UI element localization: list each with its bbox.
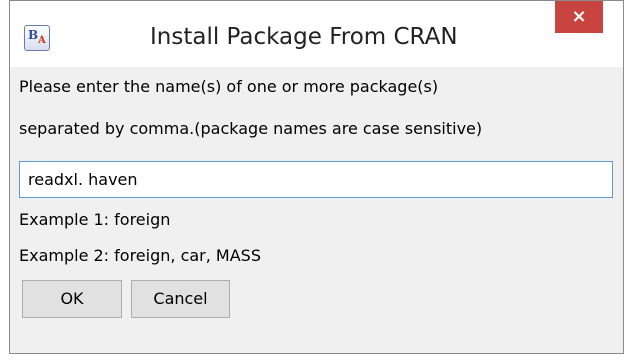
example-1-text: Example 1: foreign [19,210,171,229]
example-2-text: Example 2: foreign, car, MASS [19,246,261,265]
package-name-input[interactable] [19,161,613,198]
instruction-line-1: Please enter the name(s) of one or more … [19,77,439,96]
app-icon: BA [24,25,50,51]
ok-button[interactable]: OK [22,280,122,318]
install-package-dialog: BA Install Package From CRAN × Please en… [9,0,624,354]
title-bar[interactable]: BA Install Package From CRAN × [10,1,623,67]
dialog-title: Install Package From CRAN [150,24,458,50]
cancel-button[interactable]: Cancel [131,280,230,318]
instruction-line-2: separated by comma.(package names are ca… [19,119,483,138]
close-icon: × [571,6,587,27]
close-button[interactable]: × [555,1,603,33]
